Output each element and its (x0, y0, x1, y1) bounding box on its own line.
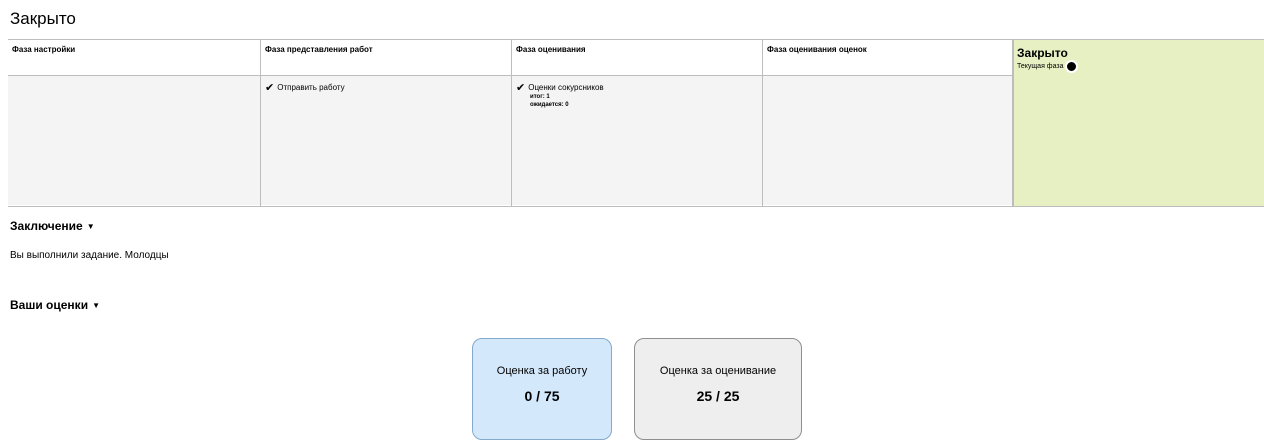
phase-title: Фаза оценивания (512, 40, 762, 76)
task-info: итог: 1 ожидается: 0 (530, 93, 758, 109)
check-icon: ✔ (265, 82, 275, 94)
grades-heading[interactable]: Ваши оценки ▼ (10, 298, 100, 312)
conclusion-heading[interactable]: Заключение ▼ (10, 219, 95, 233)
task-label[interactable]: Отправить работу (277, 83, 344, 92)
grade-label: Оценка за оценивание (659, 365, 777, 377)
assessment-grade-card: Оценка за оценивание 25 / 25 (634, 338, 802, 440)
phase-setup: Фаза настройки (8, 40, 260, 206)
caret-down-icon[interactable]: ▼ (92, 301, 100, 310)
phase-title: Фаза настройки (8, 40, 260, 76)
task-label[interactable]: Оценки сокурсников (528, 83, 603, 92)
grade-value: 0 / 75 (524, 388, 560, 404)
current-phase-indicator: Текущая фаза (1014, 60, 1264, 73)
phase-submission: Фаза представления работ ✔ Отправить раб… (260, 40, 511, 206)
page-title: Закрыто (10, 9, 76, 28)
check-icon: ✔ (516, 82, 526, 94)
phase-grading-evaluation: Фаза оценивания оценок (762, 40, 1013, 206)
task-submit-work[interactable]: ✔ Отправить работу (265, 82, 507, 94)
current-phase-dot-icon (1065, 60, 1079, 73)
task-info-total: итог: 1 (530, 94, 550, 100)
phase-body (8, 76, 260, 205)
phase-body: ✔ Оценки сокурсников итог: 1 ожидается: … (512, 76, 762, 205)
phase-body: ✔ Отправить работу (261, 76, 511, 205)
phase-assessment: Фаза оценивания ✔ Оценки сокурсников ито… (511, 40, 762, 206)
grades-heading-label[interactable]: Ваши оценки (10, 298, 88, 312)
task-peer-assessments[interactable]: ✔ Оценки сокурсников (516, 82, 758, 94)
submission-grade-card: Оценка за работу 0 / 75 (472, 338, 612, 440)
phase-title: Фаза оценивания оценок (763, 40, 1012, 76)
caret-down-icon[interactable]: ▼ (87, 222, 95, 231)
current-phase-label: Текущая фаза (1017, 63, 1064, 70)
conclusion-heading-label[interactable]: Заключение (10, 219, 83, 233)
grade-label: Оценка за работу (496, 365, 588, 377)
task-info-pending: ожидается: 0 (530, 102, 569, 108)
grade-value: 25 / 25 (696, 388, 740, 404)
phase-closed-current: Закрыто Текущая фаза (1013, 40, 1264, 206)
conclusion-text: Вы выполнили задание. Молодцы (10, 250, 169, 261)
current-phase-title: Закрыто (1017, 46, 1068, 60)
phase-table: Фаза настройки Фаза представления работ … (8, 39, 1264, 207)
phase-body (763, 76, 1012, 205)
phase-title: Фаза представления работ (261, 40, 511, 76)
